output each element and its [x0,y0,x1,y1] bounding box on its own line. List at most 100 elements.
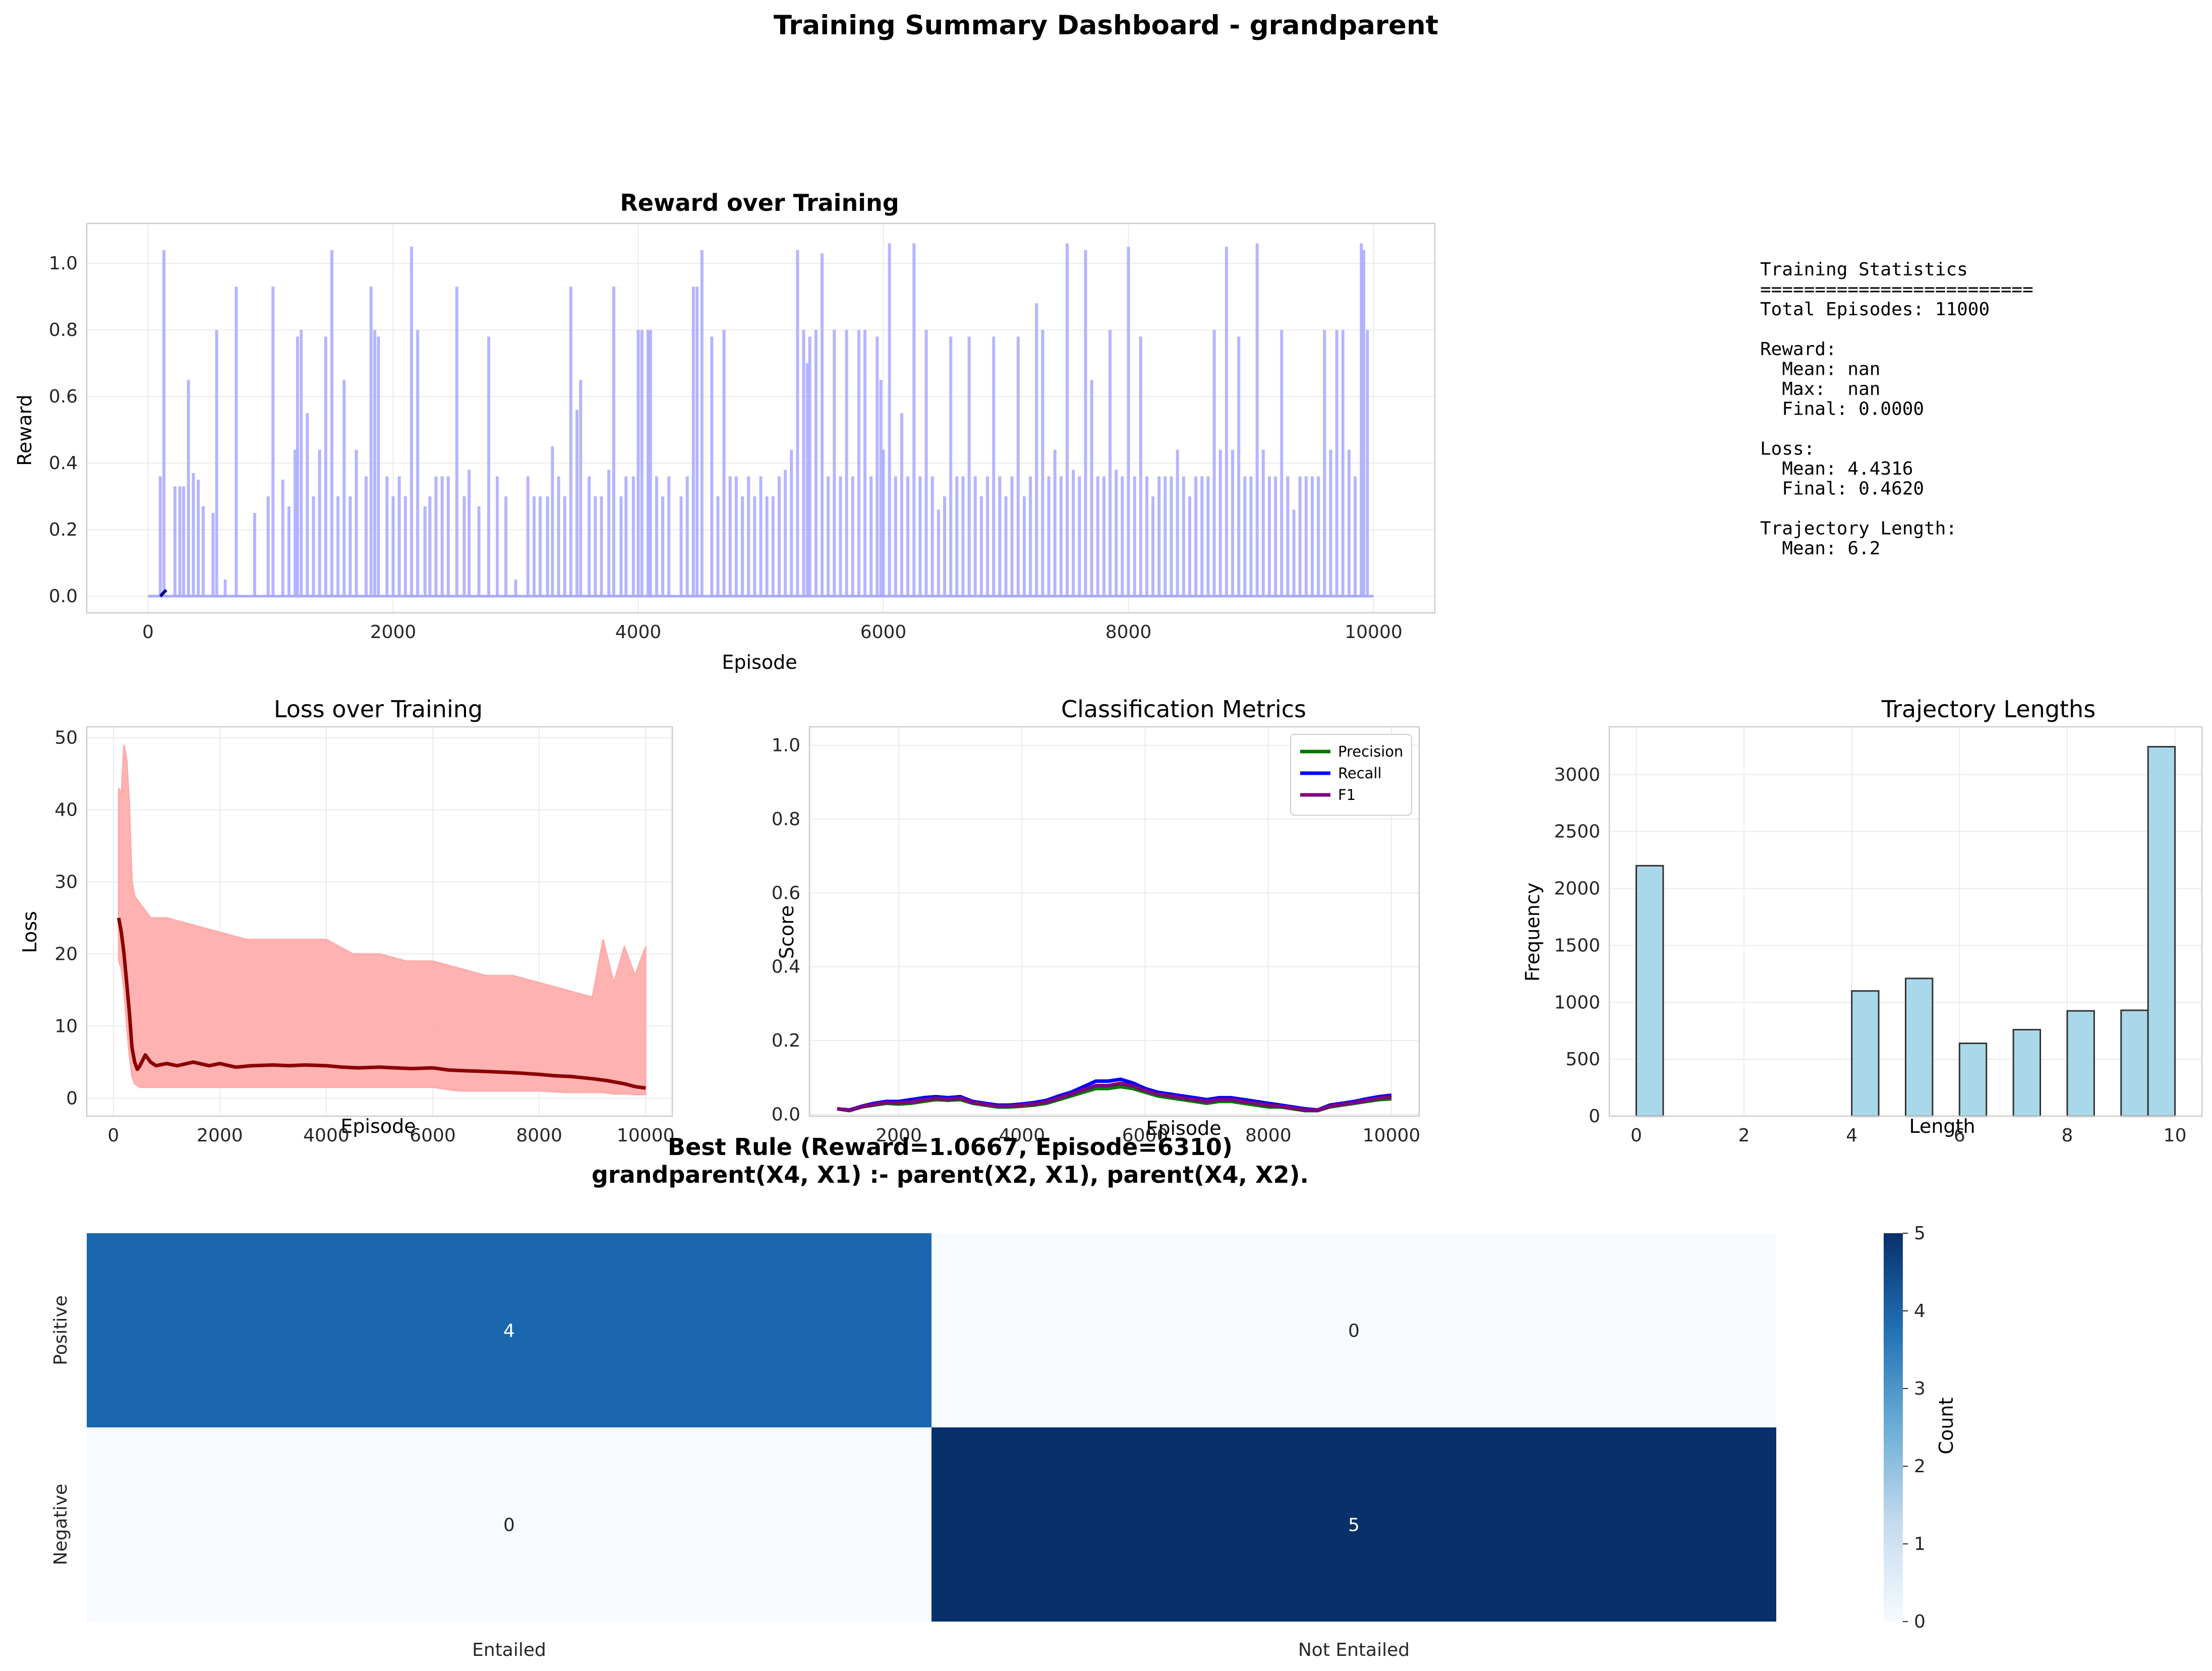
reward-raw-spike [306,413,309,597]
reward-raw-spike [1249,476,1253,597]
reward-raw-spike [455,286,458,597]
reward-raw-spike [539,496,542,597]
reward-raw-spike [1206,476,1210,597]
loss-xtick-label: 8000 [516,1125,562,1146]
reward-raw-spike [1053,449,1057,597]
colorbar-tick-label: 3 [1914,1378,1926,1399]
traj-xtick-label: 2 [1738,1125,1750,1146]
reward-raw-spike [173,486,177,597]
training-stats-panel: Training Statistics=====================… [1760,259,2033,559]
reward-raw-spike [765,496,769,597]
metrics-plot-area: 2000 4000 6000 8000 100000.00.20.40.60.81.0 P… [772,726,1420,1146]
reward-raw-spike [863,330,867,597]
metrics-ytick-label: 0.0 [772,1104,800,1125]
reward-raw-spike [504,496,508,597]
reward-raw-spike [1059,476,1063,597]
colorbar-tick-label: 2 [1914,1456,1926,1477]
reward-raw-spike [296,336,299,597]
reward-raw-spike [691,286,695,597]
loss-plot-area: 0 2000 4000 6000 8000 10000 0 10 20 30 40 50 [54,726,674,1146]
reward-raw-spike [468,470,471,597]
reward-raw-spike [973,476,977,597]
histogram-bar [2120,1009,2149,1117]
reward-raw-spike [1366,330,1369,597]
loss-ytick-label: 30 [54,872,78,892]
reward-raw-spike [1362,250,1366,597]
reward-raw-spike [1292,509,1296,597]
histogram-bar [2066,1010,2095,1117]
reward-raw-spike [551,446,554,597]
reward-raw-spike [397,476,401,597]
reward-raw-spike [1096,476,1099,597]
reward-raw-spike [1231,449,1235,597]
reward-ylabel: Reward [14,394,36,466]
reward-raw-spike [569,286,572,597]
reward-xlabel: Episode [722,651,797,673]
reward-raw-spike [631,476,635,597]
reward-raw-spike [716,496,720,597]
stats-line: Loss: [1760,439,1815,459]
reward-raw-spike [747,476,750,597]
colorbar-tick-label: 1 [1914,1534,1926,1554]
reward-raw-spike [943,496,946,597]
reward-raw-spike [967,336,971,597]
reward-raw-spike [695,286,699,597]
reward-raw-spike [624,476,628,597]
reward-raw-spike [1072,470,1075,597]
reward-ytick-label: 0.0 [49,586,78,607]
reward-raw-spike [679,496,683,597]
reward-raw-spike [1035,303,1038,597]
reward-raw-spike [1255,243,1259,597]
reward-ytick-label: 0.8 [49,320,78,340]
reward-raw-spike [906,476,910,597]
reward-raw-spike [734,476,738,597]
reward-raw-spike [612,286,615,597]
reward-raw-spike [348,496,352,597]
reward-raw-spike [1047,476,1051,597]
reward-raw-spike [211,513,215,597]
heatmap-row-label: Negative [50,1484,71,1566]
reward-raw-spike [900,413,903,597]
reward-raw-spike [1163,476,1167,597]
reward-raw-spike [342,380,346,597]
reward-raw-spike [192,473,195,597]
reward-xtick-label: 8000 [1105,622,1152,643]
reward-raw-spike [324,336,327,597]
reward-raw-spike [1151,496,1155,597]
reward-xtick-label: 0 [142,622,154,643]
reward-raw-spike [961,476,965,597]
loss-ytick-label: 0 [66,1088,78,1109]
reward-raw-spike [1090,380,1093,597]
reward-raw-spike [827,476,830,597]
colorbar [1884,1233,1903,1622]
reward-raw-spike [162,250,166,597]
reward-raw-spike [1280,330,1284,597]
reward-raw-spike [300,330,303,597]
reward-raw-spike [373,330,377,597]
reward-raw-spike [1109,330,1112,597]
trajectory-title: Trajectory Lengths [1881,696,2095,723]
reward-raw-spike [857,330,860,597]
loss-ytick-label: 10 [54,1016,78,1036]
reward-raw-spike [330,250,333,597]
reward-xtick-label: 4000 [615,622,662,643]
reward-raw-spike [784,470,787,597]
loss-panel: Loss over Training Episode Loss 0 2000 400… [19,696,674,1146]
reward-raw-spike [607,470,611,597]
reward-raw-spike [894,476,897,597]
reward-raw-spike [661,496,665,597]
reward-raw-spike [1304,476,1308,597]
reward-raw-spike [187,380,190,597]
reward-raw-spike [355,449,358,597]
colorbar-tick-label: 0 [1914,1611,1926,1632]
stats-line: Mean: nan [1760,359,1880,380]
traj-xtick-label: 4 [1846,1125,1857,1146]
reward-raw-spike [882,449,885,597]
reward-raw-spike [266,496,270,597]
reward-raw-spike [790,449,793,597]
heatmap-col-label: Entailed [472,1640,546,1660]
reward-raw-spike [1286,476,1290,597]
heatmap-col-label: Not Entailed [1298,1640,1410,1660]
loss-title: Loss over Training [274,696,483,723]
reward-raw-spike [1200,476,1204,597]
